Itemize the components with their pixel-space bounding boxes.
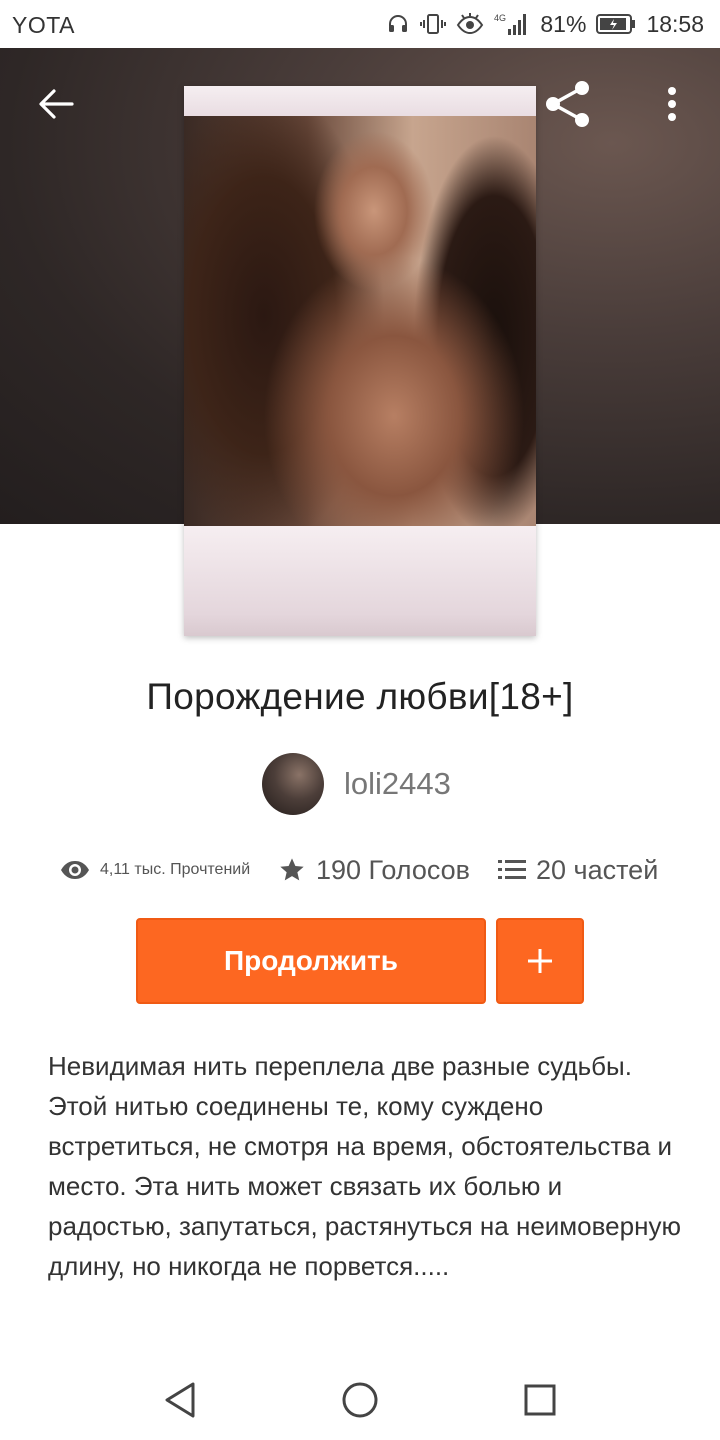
nav-home-button[interactable]	[330, 1370, 390, 1430]
status-bar: YOTA 4G 81% 18:58	[0, 0, 720, 48]
continue-reading-button[interactable]: Продолжить	[136, 918, 486, 1004]
plus-icon	[528, 949, 552, 973]
cover-top-border	[184, 86, 536, 116]
more-options-button[interactable]	[652, 78, 692, 130]
votes-stat: 190 Голосов	[278, 848, 470, 892]
headphones-icon	[386, 12, 410, 36]
votes-count: 190 Голосов	[316, 854, 471, 885]
eye-comfort-icon	[456, 12, 484, 36]
carrier-name: YOTA	[12, 12, 75, 38]
vibrate-icon	[420, 12, 447, 36]
back-button[interactable]	[30, 84, 82, 124]
signal-icon: 4G	[494, 11, 530, 37]
share-icon	[546, 81, 589, 127]
story-title: Порождение любви[18+]	[146, 676, 574, 717]
author-name: loli2443	[344, 766, 451, 801]
story-cover-image[interactable]	[184, 86, 536, 636]
arrow-left-icon	[39, 89, 74, 119]
more-vertical-icon	[668, 87, 676, 121]
continue-label: Продолжить	[224, 945, 398, 976]
battery-icon	[596, 13, 636, 35]
status-icons: 4G 81% 18:58	[386, 8, 704, 40]
add-to-library-button[interactable]	[496, 918, 584, 1004]
list-icon	[498, 860, 526, 879]
system-nav-bar	[0, 1360, 720, 1440]
author-link[interactable]: loli2443	[262, 752, 451, 816]
eye-icon	[61, 861, 89, 879]
clock: 18:58	[646, 10, 704, 37]
avatar	[262, 753, 324, 815]
nav-back-button[interactable]	[150, 1370, 210, 1430]
square-recents-icon	[524, 1384, 556, 1416]
cover-bottom-border	[184, 526, 536, 636]
reads-count: 4,11 тыс. Прочтений	[100, 861, 251, 878]
reads-stat: 4,11 тыс. Прочтений	[60, 848, 250, 892]
parts-count: 20 частей	[536, 854, 659, 885]
star-icon	[280, 858, 304, 881]
story-stats: 4,11 тыс. Прочтений 190 Голосов 20 часте…	[0, 848, 720, 892]
nav-recents-button[interactable]	[510, 1370, 570, 1430]
battery-percent: 81%	[540, 10, 587, 37]
circle-home-icon	[342, 1382, 378, 1418]
story-description: Невидимая нить переплела две разные судь…	[48, 1051, 681, 1281]
network-type: 4G	[494, 13, 506, 23]
parts-stat: 20 частей	[498, 848, 658, 892]
triangle-back-icon	[165, 1382, 195, 1418]
share-button[interactable]	[540, 78, 596, 130]
cover-photo	[184, 116, 536, 526]
